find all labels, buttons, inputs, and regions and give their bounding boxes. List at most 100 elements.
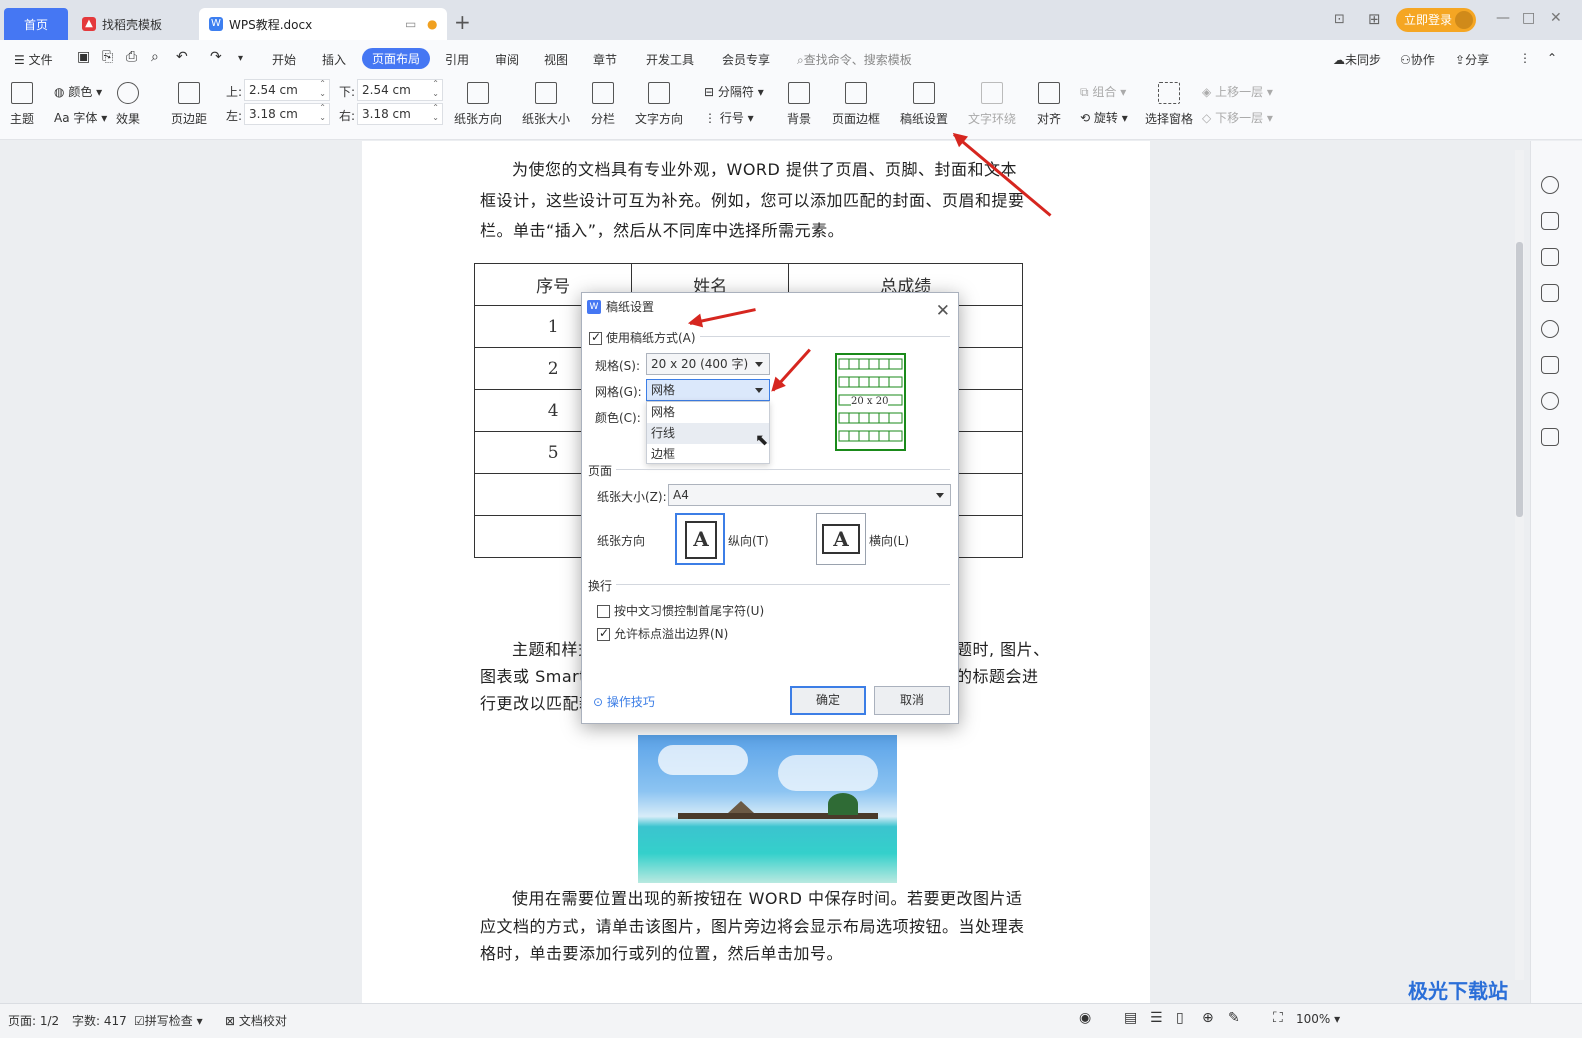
menu-item-dev-tools[interactable]: 开发工具: [646, 51, 694, 68]
new-tab-button[interactable]: +: [454, 10, 471, 34]
menu-item-view[interactable]: 视图: [544, 51, 568, 68]
more-options-icon[interactable]: ⋮: [1519, 51, 1531, 65]
grid-option[interactable]: 行线: [647, 423, 769, 444]
paper-size-select[interactable]: A4: [668, 484, 951, 506]
compass-icon[interactable]: [1541, 392, 1559, 410]
sync-status[interactable]: ☁未同步: [1333, 51, 1381, 68]
save-icon[interactable]: ▣: [77, 49, 90, 65]
tab-template[interactable]: ▲ 找稻壳模板: [72, 8, 196, 40]
portrait-option[interactable]: A: [675, 513, 725, 565]
share-button[interactable]: ⇪分享: [1455, 51, 1489, 68]
read-view-icon[interactable]: ▯: [1176, 1010, 1184, 1026]
separator-button[interactable]: ⊟ 分隔符 ▾: [704, 83, 764, 100]
text-direction-button[interactable]: 文字方向: [635, 82, 683, 127]
preview-icon[interactable]: ⌕: [151, 49, 159, 65]
grid-option[interactable]: 网格: [647, 402, 769, 423]
tab-home[interactable]: 首页: [4, 8, 68, 40]
close-window-icon[interactable]: ✕: [1550, 10, 1562, 26]
landscape-option[interactable]: A: [816, 513, 866, 565]
proofread-button[interactable]: ⊠ 文档校对: [225, 1012, 287, 1029]
pen-mode-icon[interactable]: ✎: [1228, 1010, 1240, 1026]
group-button[interactable]: ⧉ 组合 ▾: [1080, 83, 1126, 100]
menu-item-review[interactable]: 审阅: [495, 51, 519, 68]
text-wrap-button[interactable]: 文字环绕: [968, 82, 1016, 127]
book-icon[interactable]: [1541, 428, 1559, 446]
spell-check-button[interactable]: ☑拼写检查 ▾: [134, 1012, 203, 1029]
pen-icon[interactable]: [1541, 212, 1559, 230]
command-search[interactable]: ⌕查找命令、搜索模板: [797, 51, 912, 68]
paper-size-button[interactable]: 纸张大小: [522, 82, 570, 127]
paragraph-3[interactable]: 使用在需要位置出现的新按钮在 WORD 中保存时间。若要更改图片适应文档的方式，…: [480, 885, 1030, 968]
columns-button[interactable]: 分栏: [591, 82, 615, 127]
dialog-title-bar[interactable]: W 稿纸设置 ✕: [582, 293, 958, 321]
file-menu[interactable]: ☰ 文件: [14, 51, 53, 68]
apps-grid-icon[interactable]: ⊞: [1368, 10, 1381, 28]
paragraph-2-line3-left[interactable]: 行更改以匹配新: [480, 689, 596, 720]
ai-icon[interactable]: [1541, 356, 1559, 374]
help-icon[interactable]: [1541, 320, 1559, 338]
bring-forward-button[interactable]: ◈ 上移一层 ▾: [1202, 83, 1273, 100]
eye-icon[interactable]: ◉: [1079, 1010, 1091, 1026]
layout-icon[interactable]: ⊡: [1334, 12, 1345, 27]
word-count[interactable]: 字数: 417: [72, 1012, 127, 1029]
scrollbar-thumb[interactable]: [1516, 242, 1523, 517]
menu-item-member[interactable]: 会员专享: [722, 51, 770, 68]
close-icon[interactable]: ✕: [936, 297, 950, 325]
menu-item-insert[interactable]: 插入: [322, 51, 346, 68]
paragraph-2-line1-right[interactable]: 题时, 图片、: [956, 635, 1050, 666]
menu-item-references[interactable]: 引用: [445, 51, 469, 68]
paragraph-1[interactable]: 为使您的文档具有专业外观，WORD 提供了页眉、页脚、封面和文本框设计，这些设计…: [480, 155, 1030, 247]
ok-button[interactable]: 确定: [790, 686, 866, 715]
paragraph-2-line2-left[interactable]: 图表或 Smart/: [480, 662, 592, 693]
paragraph-2-line2-right[interactable]: 的标题会进: [956, 662, 1039, 693]
use-manuscript-checkbox[interactable]: 使用稿纸方式(A): [589, 329, 696, 346]
theme-button[interactable]: 主题: [10, 82, 34, 127]
collab-button[interactable]: ⚇协作: [1400, 51, 1435, 68]
page-count[interactable]: 页面: 1/2: [8, 1012, 59, 1029]
rocket-icon[interactable]: [1541, 176, 1559, 194]
grid-option[interactable]: 边框: [647, 444, 769, 465]
margin-bottom-input[interactable]: 2.54 cm: [357, 79, 443, 101]
spec-select[interactable]: 20 x 20 (400 字): [646, 353, 770, 375]
chinese-rule-checkbox[interactable]: 按中文习惯控制首尾字符(U): [597, 602, 764, 619]
manuscript-settings-button[interactable]: 稿纸设置: [900, 82, 948, 127]
orientation-button[interactable]: 纸张方向: [454, 82, 502, 127]
menu-item-start[interactable]: 开始: [272, 51, 296, 68]
cursor-icon[interactable]: [1541, 248, 1559, 266]
color-button[interactable]: ◍ 颜色 ▾: [54, 83, 102, 100]
login-button[interactable]: 立即登录: [1396, 8, 1476, 32]
maximize-icon[interactable]: □: [1522, 10, 1535, 26]
more-icon[interactable]: ▾: [238, 53, 243, 64]
page-view-icon[interactable]: ▤: [1124, 1010, 1137, 1026]
grid-select[interactable]: 网格: [646, 379, 770, 401]
sliders-icon[interactable]: [1541, 284, 1559, 302]
menu-item-page-layout[interactable]: 页面布局: [362, 48, 431, 69]
minimize-icon[interactable]: —: [1496, 10, 1510, 26]
tab-document[interactable]: W WPS教程.docx ▭ ●: [199, 8, 447, 40]
cancel-button[interactable]: 取消: [874, 686, 950, 715]
zoom-select[interactable]: 100% ▾: [1296, 1012, 1340, 1026]
fit-page-icon[interactable]: ⛶: [1273, 1010, 1283, 1026]
background-button[interactable]: 背景: [787, 82, 811, 127]
tips-link[interactable]: ⊙ 操作技巧: [593, 693, 655, 710]
outline-view-icon[interactable]: ☰: [1150, 1010, 1163, 1026]
punctuation-overflow-checkbox[interactable]: 允许标点溢出边界(N): [597, 625, 728, 642]
web-view-icon[interactable]: ⊕: [1202, 1010, 1214, 1026]
redo-icon[interactable]: ↷: [210, 49, 222, 65]
effect-button[interactable]: 效果: [116, 82, 140, 127]
margin-right-input[interactable]: 3.18 cm: [357, 103, 443, 125]
beach-photo[interactable]: [638, 735, 897, 883]
menu-item-chapter[interactable]: 章节: [593, 51, 617, 68]
margin-top-input[interactable]: 2.54 cm: [244, 79, 330, 101]
page-border-button[interactable]: 页面边框: [832, 82, 880, 127]
undo-icon[interactable]: ↶: [176, 49, 188, 65]
print-icon[interactable]: ⎙: [126, 49, 137, 65]
monitor-icon[interactable]: ▭: [405, 17, 416, 31]
selection-pane-button[interactable]: 选择窗格: [1145, 82, 1193, 127]
rotate-button[interactable]: ⟲ 旋转 ▾: [1080, 109, 1128, 126]
align-button[interactable]: 对齐: [1037, 82, 1061, 127]
font-button[interactable]: Aa 字体 ▾: [54, 109, 107, 126]
export-icon[interactable]: ⎘: [102, 49, 113, 65]
margin-left-input[interactable]: 3.18 cm: [244, 103, 330, 125]
line-number-button[interactable]: ⋮ 行号 ▾: [704, 109, 754, 126]
